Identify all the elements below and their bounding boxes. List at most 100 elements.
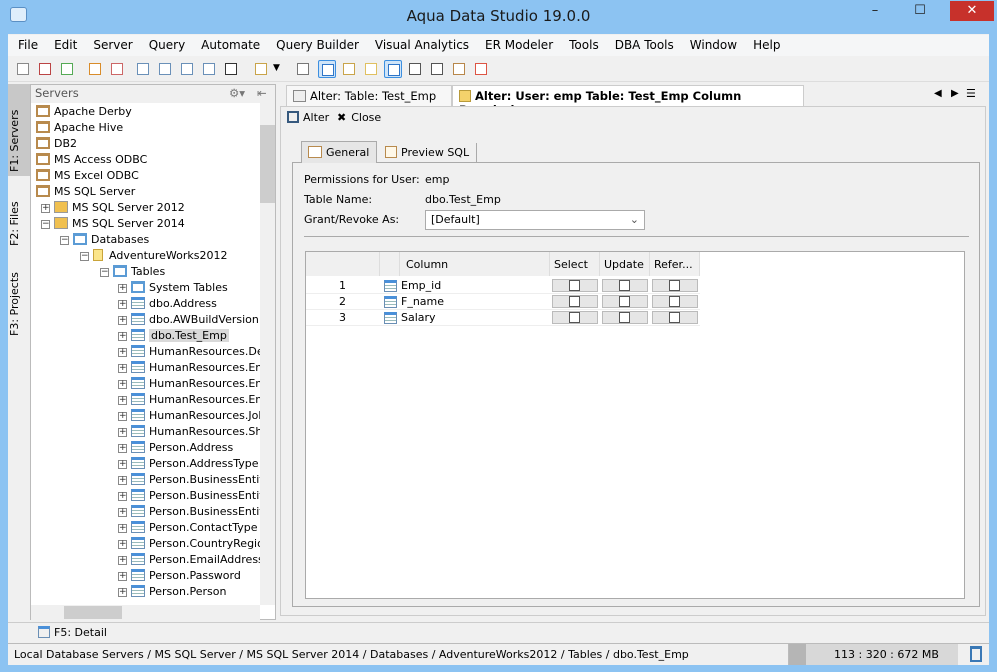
expand-toggle-icon[interactable]: − xyxy=(80,252,89,261)
expand-toggle-icon[interactable]: + xyxy=(41,204,50,213)
close-button[interactable]: ✖ Close xyxy=(337,111,381,124)
tree-item[interactable]: MS Access ODBC xyxy=(36,152,147,168)
expand-toggle-icon[interactable]: + xyxy=(118,348,127,357)
tree-item[interactable]: HumanResources.Emplo xyxy=(131,376,260,392)
expand-toggle-icon[interactable]: + xyxy=(118,300,127,309)
toolbar-button-16[interactable] xyxy=(384,60,402,78)
tree-item[interactable]: MS SQL Server 2014 xyxy=(54,216,185,232)
toolbar-button-4[interactable] xyxy=(86,60,104,78)
tree-item[interactable]: HumanResources.Emplo xyxy=(131,392,260,408)
expand-toggle-icon[interactable]: + xyxy=(118,508,127,517)
menu-edit[interactable]: Edit xyxy=(46,35,85,56)
expand-toggle-icon[interactable]: + xyxy=(118,588,127,597)
refer-checkbox[interactable] xyxy=(652,295,698,308)
expand-toggle-icon[interactable]: + xyxy=(118,428,127,437)
tree-item[interactable]: dbo.Address xyxy=(131,296,217,312)
expand-toggle-icon[interactable]: + xyxy=(118,524,127,533)
tree-item[interactable]: Person.BusinessEntity xyxy=(131,472,260,488)
menu-tools[interactable]: Tools xyxy=(561,35,607,56)
select-checkbox[interactable] xyxy=(552,279,598,292)
tree-item[interactable]: Tables xyxy=(113,264,165,280)
menu-dba-tools[interactable]: DBA Tools xyxy=(607,35,682,56)
refer-checkbox[interactable] xyxy=(652,311,698,324)
tab-list-icon[interactable]: ☰ xyxy=(966,87,976,100)
expand-toggle-icon[interactable]: + xyxy=(118,412,127,421)
tree-item[interactable]: dbo.Test_Emp xyxy=(131,328,229,344)
tree-item[interactable]: Apache Derby xyxy=(36,104,132,120)
expand-toggle-icon[interactable]: + xyxy=(118,492,127,501)
expand-toggle-icon[interactable]: + xyxy=(118,316,127,325)
expand-toggle-icon[interactable]: + xyxy=(118,572,127,581)
toolbar-button-7[interactable] xyxy=(156,60,174,78)
tab-alter-user-permissions[interactable]: Alter: User: emp Table: Test_Emp Column … xyxy=(452,85,804,117)
menu-query[interactable]: Query xyxy=(141,35,193,56)
menu-er-modeler[interactable]: ER Modeler xyxy=(477,35,561,56)
expand-toggle-icon[interactable]: + xyxy=(118,444,127,453)
tree-item[interactable]: Person.ContactType xyxy=(131,520,258,536)
tab-servers[interactable]: F1: Servers xyxy=(8,84,30,176)
maximize-button[interactable]: ☐ xyxy=(905,1,935,21)
tab-alter-table[interactable]: Alter: Table: Test_Emp ✕ xyxy=(286,85,452,117)
toolbar-button-9[interactable] xyxy=(200,60,218,78)
menu-server[interactable]: Server xyxy=(85,35,140,56)
menu-query-builder[interactable]: Query Builder xyxy=(268,35,367,56)
toolbar-button-12[interactable] xyxy=(294,60,312,78)
alter-button[interactable]: Alter xyxy=(287,111,329,124)
column-header-update[interactable]: Update xyxy=(600,252,650,276)
tree-item[interactable]: Person.BusinessEntityC xyxy=(131,504,260,520)
menu-help[interactable]: Help xyxy=(745,35,788,56)
grant-revoke-select[interactable]: [Default] ⌄ xyxy=(425,210,645,230)
menu-automate[interactable]: Automate xyxy=(193,35,268,56)
toolbar-button-14[interactable] xyxy=(340,60,358,78)
expand-toggle-icon[interactable]: + xyxy=(118,540,127,549)
menu-visual-analytics[interactable]: Visual Analytics xyxy=(367,35,477,56)
toolbar-button-20[interactable] xyxy=(472,60,490,78)
expand-toggle-icon[interactable]: + xyxy=(118,364,127,373)
menu-window[interactable]: Window xyxy=(682,35,745,56)
tab-scroll-left-icon[interactable]: ◀ xyxy=(934,88,942,99)
expand-toggle-icon[interactable]: − xyxy=(41,220,50,229)
scroll-thumb[interactable] xyxy=(260,125,275,203)
tab-projects[interactable]: F3: Projects xyxy=(8,260,30,340)
tree-item[interactable]: HumanResources.Emplo xyxy=(131,360,260,376)
tree-item[interactable]: Person.AddressType xyxy=(131,456,259,472)
toolbar-button-8[interactable] xyxy=(178,60,196,78)
tree-item[interactable]: MS SQL Server xyxy=(36,184,135,200)
memory-indicator[interactable]: 113 : 320 : 672 MB xyxy=(788,644,958,665)
toolbar-button-10[interactable] xyxy=(222,60,240,78)
expand-toggle-icon[interactable]: − xyxy=(60,236,69,245)
tab-preview-sql[interactable]: Preview SQL xyxy=(379,143,477,163)
toolbar-button-11[interactable] xyxy=(252,60,270,78)
tree-item[interactable]: HumanResources.JobC xyxy=(131,408,260,424)
tree-item[interactable]: MS SQL Server 2012 xyxy=(54,200,185,216)
tree-item[interactable]: Person.CountryRegion xyxy=(131,536,260,552)
tree-item[interactable]: Databases xyxy=(73,232,149,248)
menu-file[interactable]: File xyxy=(10,35,46,56)
tree-item[interactable]: Person.Password xyxy=(131,568,241,584)
tree-vertical-scrollbar[interactable] xyxy=(260,103,275,605)
expand-toggle-icon[interactable]: + xyxy=(118,476,127,485)
tree-item[interactable]: System Tables xyxy=(131,280,228,296)
expand-toggle-icon[interactable]: + xyxy=(118,556,127,565)
column-header-references[interactable]: Refer... xyxy=(650,252,700,276)
toolbar-button-18[interactable] xyxy=(428,60,446,78)
toolbar-button-3[interactable] xyxy=(58,60,76,78)
toolbar-button-1[interactable] xyxy=(14,60,32,78)
expand-toggle-icon[interactable]: + xyxy=(118,460,127,469)
expand-toggle-icon[interactable]: + xyxy=(118,380,127,389)
toolbar-button-2[interactable] xyxy=(36,60,54,78)
tree-item[interactable]: Apache Hive xyxy=(36,120,123,136)
select-checkbox[interactable] xyxy=(552,311,598,324)
update-checkbox[interactable] xyxy=(602,295,648,308)
toolbar-button-19[interactable] xyxy=(450,60,468,78)
toolbar-button-5[interactable] xyxy=(108,60,126,78)
tree-item[interactable]: DB2 xyxy=(36,136,77,152)
dropdown-arrow-icon[interactable]: ▼ xyxy=(273,63,280,73)
tree-item[interactable]: MS Excel ODBC xyxy=(36,168,139,184)
update-checkbox[interactable] xyxy=(602,279,648,292)
gear-icon[interactable]: ⚙▾ xyxy=(229,86,245,100)
tree-item[interactable]: Person.Person xyxy=(131,584,226,600)
tree-horizontal-scrollbar[interactable] xyxy=(31,605,260,620)
column-header-select[interactable]: Select xyxy=(550,252,600,276)
expand-toggle-icon[interactable]: − xyxy=(100,268,109,277)
